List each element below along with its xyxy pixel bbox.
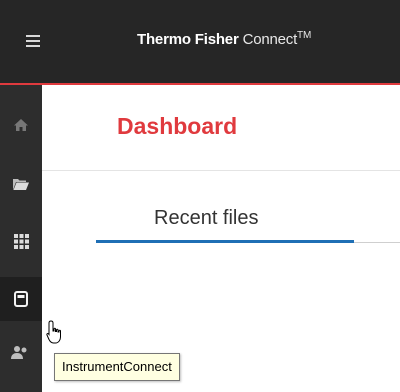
instrument-icon [14, 291, 28, 307]
brand-logo[interactable]: Thermo Fisher ConnectTM [137, 30, 311, 48]
menu-button[interactable] [20, 28, 46, 54]
top-bar-accent-line [0, 83, 400, 85]
sidebar-item-users[interactable] [0, 333, 42, 373]
brand-name-light: Connect [242, 31, 298, 48]
tooltip: InstrumentConnect [54, 353, 180, 381]
tab-label: Recent files [154, 207, 259, 229]
trademark: TM [297, 30, 312, 41]
brand-name-bold: Thermo Fisher [137, 31, 239, 48]
sidebar-item-home[interactable] [0, 105, 42, 145]
users-icon [11, 346, 27, 359]
sidebar-item-files[interactable] [0, 164, 42, 204]
page-title: Dashboard [117, 113, 238, 139]
active-tab-indicator [96, 240, 354, 243]
sidebar-item-instrumentconnect[interactable] [0, 277, 42, 321]
tab-recent-files[interactable]: Recent files [96, 200, 354, 244]
hamburger-icon-line [26, 40, 40, 42]
top-bar: Thermo Fisher ConnectTM [0, 0, 400, 83]
hand-pointer-cursor-icon [46, 320, 61, 344]
sidebar-item-apps[interactable] [0, 221, 42, 261]
hamburger-icon-line [26, 45, 40, 47]
home-icon [14, 119, 28, 131]
header-divider [42, 170, 400, 171]
apps-grid-icon [13, 233, 29, 249]
folder-icon [13, 179, 29, 190]
sidebar [0, 85, 42, 392]
hamburger-icon [26, 35, 40, 37]
